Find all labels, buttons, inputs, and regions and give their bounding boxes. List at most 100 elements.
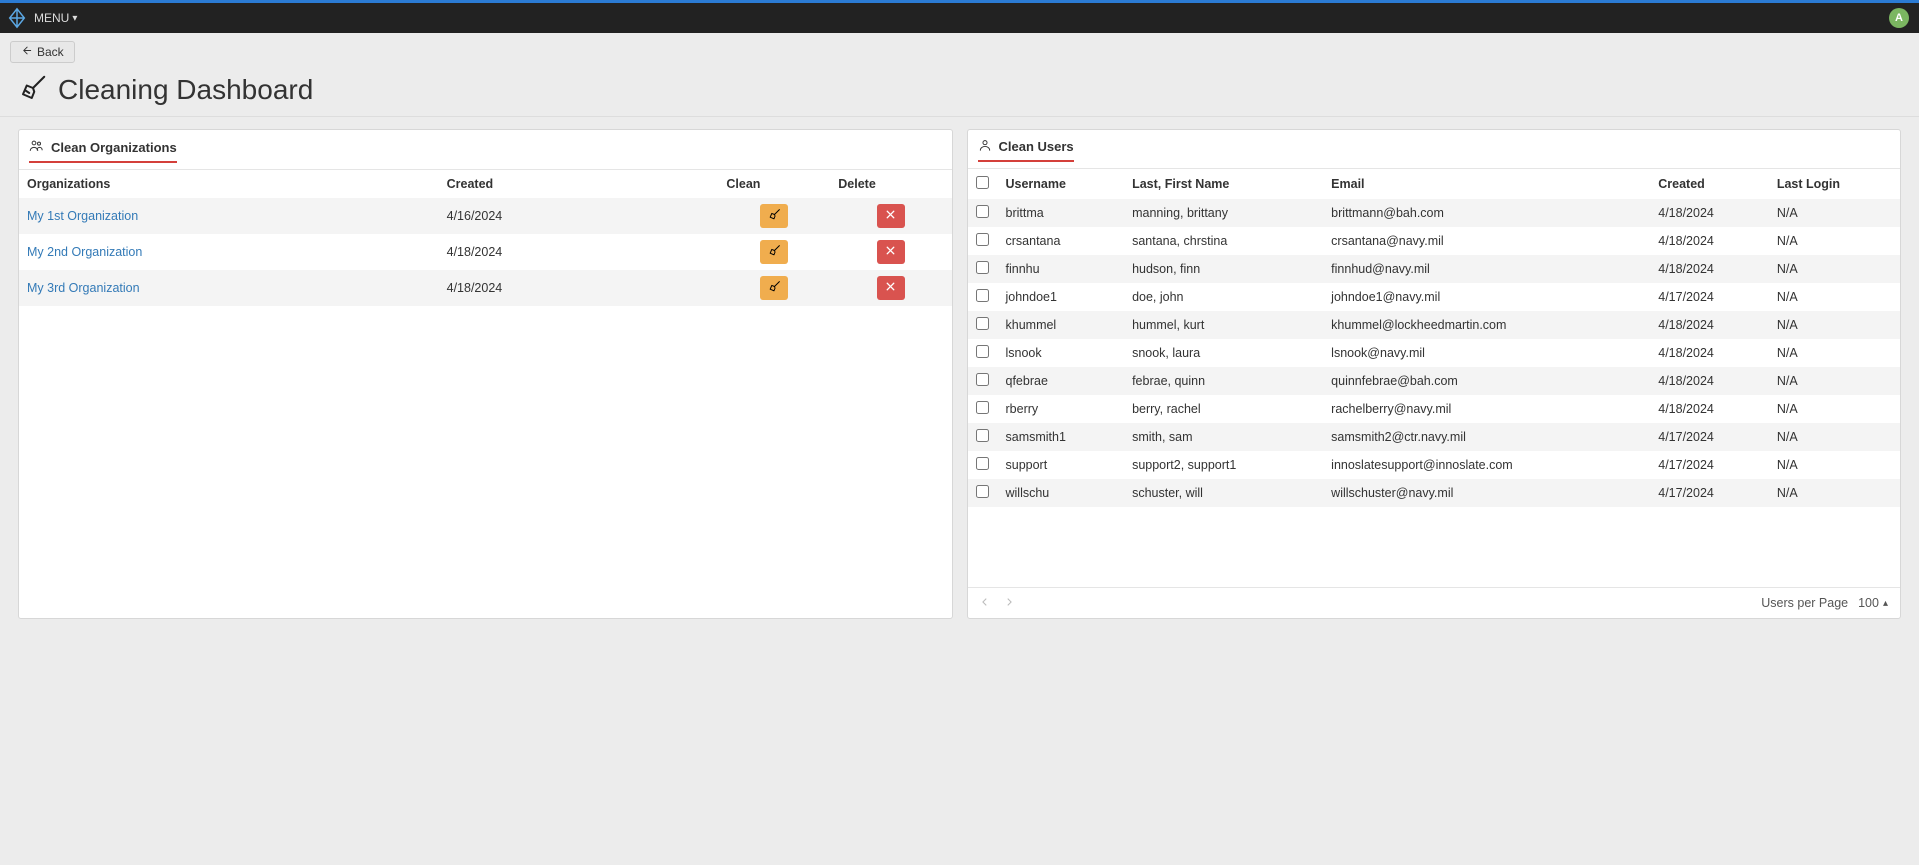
close-icon [884,280,897,296]
user-email: crsantana@navy.mil [1323,227,1650,255]
users-group-icon [29,138,44,156]
row-checkbox[interactable] [976,401,989,414]
clean-organizations-panel: Clean Organizations Organizations Create… [18,129,953,619]
subheader: Back [0,33,1919,69]
page-next-icon[interactable] [1004,596,1014,610]
close-icon [884,208,897,224]
org-created: 4/18/2024 [439,270,719,306]
user-created: 4/18/2024 [1650,367,1769,395]
organization-link[interactable]: My 2nd Organization [27,245,142,259]
user-lastfirst: manning, brittany [1124,199,1323,227]
table-row: My 3rd Organization 4/18/2024 [19,270,952,306]
organization-link[interactable]: My 3rd Organization [27,281,140,295]
row-checkbox[interactable] [976,261,989,274]
clean-button[interactable] [760,276,788,300]
clean-button[interactable] [760,240,788,264]
table-row: samsmith1smith, samsamsmith2@ctr.navy.mi… [968,423,1901,451]
user-created: 4/18/2024 [1650,311,1769,339]
user-username: samsmith1 [998,423,1125,451]
delete-button[interactable] [877,240,905,264]
close-icon [884,244,897,260]
table-row: lsnooksnook, lauralsnook@navy.mil4/18/20… [968,339,1901,367]
row-checkbox[interactable] [976,485,989,498]
user-username: support [998,451,1125,479]
table-row: finnhuhudson, finnfinnhud@navy.mil4/18/2… [968,255,1901,283]
menu-dropdown[interactable]: MENU ▾ [34,11,77,25]
col-created: Created [439,170,719,198]
user-lastfirst: santana, chrstina [1124,227,1323,255]
page-header: Cleaning Dashboard [0,69,1919,117]
broom-icon [18,73,48,106]
table-row: khummelhummel, kurtkhummel@lockheedmarti… [968,311,1901,339]
row-checkbox[interactable] [976,317,989,330]
col-select-all [968,169,998,199]
user-email: lsnook@navy.mil [1323,339,1650,367]
user-email: innoslatesupport@innoslate.com [1323,451,1650,479]
row-checkbox[interactable] [976,233,989,246]
users-panel-footer: Users per Page 100 ▴ [968,587,1901,618]
users-panel-title: Clean Users [999,139,1074,154]
caret-up-icon: ▴ [1883,598,1888,609]
user-created: 4/18/2024 [1650,255,1769,283]
user-lastlogin: N/A [1769,395,1900,423]
user-username: brittma [998,199,1125,227]
organization-link[interactable]: My 1st Organization [27,209,138,223]
organizations-table: Organizations Created Clean Delete My 1s… [19,170,952,306]
user-username: willschu [998,479,1125,507]
user-username: qfebrae [998,367,1125,395]
user-lastfirst: snook, laura [1124,339,1323,367]
table-row: crsantanasantana, chrstinacrsantana@navy… [968,227,1901,255]
user-lastfirst: support2, support1 [1124,451,1323,479]
caret-down-icon: ▾ [72,13,77,24]
user-lastlogin: N/A [1769,451,1900,479]
user-lastlogin: N/A [1769,283,1900,311]
avatar[interactable]: A [1889,8,1909,28]
arrow-left-icon [21,45,32,59]
user-email: rachelberry@navy.mil [1323,395,1650,423]
user-username: lsnook [998,339,1125,367]
per-page-dropdown[interactable]: 100 ▴ [1858,596,1888,610]
delete-button[interactable] [877,276,905,300]
page-prev-icon[interactable] [980,596,990,610]
user-lastlogin: N/A [1769,227,1900,255]
user-lastfirst: hummel, kurt [1124,311,1323,339]
user-lastfirst: doe, john [1124,283,1323,311]
user-lastlogin: N/A [1769,199,1900,227]
col-email: Email [1323,169,1650,199]
col-created: Created [1650,169,1769,199]
avatar-letter: A [1895,12,1903,24]
per-page-label: Users per Page [1761,596,1848,610]
table-row: My 1st Organization 4/16/2024 [19,198,952,234]
row-checkbox[interactable] [976,205,989,218]
org-created: 4/18/2024 [439,234,719,270]
user-lastlogin: N/A [1769,255,1900,283]
org-created: 4/16/2024 [439,198,719,234]
row-checkbox[interactable] [976,429,989,442]
user-email: brittmann@bah.com [1323,199,1650,227]
clean-button[interactable] [760,204,788,228]
broom-icon [768,280,781,296]
row-checkbox[interactable] [976,373,989,386]
user-created: 4/18/2024 [1650,199,1769,227]
user-lastlogin: N/A [1769,367,1900,395]
back-button[interactable]: Back [10,41,75,63]
col-username: Username [998,169,1125,199]
back-label: Back [37,45,64,59]
row-checkbox[interactable] [976,289,989,302]
broom-icon [768,244,781,260]
user-username: johndoe1 [998,283,1125,311]
user-created: 4/17/2024 [1650,423,1769,451]
table-row: qfebraefebrae, quinnquinnfebrae@bah.com4… [968,367,1901,395]
delete-button[interactable] [877,204,905,228]
user-lastfirst: schuster, will [1124,479,1323,507]
select-all-checkbox[interactable] [976,176,989,189]
row-checkbox[interactable] [976,345,989,358]
user-created: 4/17/2024 [1650,451,1769,479]
user-username: khummel [998,311,1125,339]
app-logo-icon[interactable] [6,7,28,29]
row-checkbox[interactable] [976,457,989,470]
user-email: khummel@lockheedmartin.com [1323,311,1650,339]
col-organizations: Organizations [19,170,439,198]
pagination-nav [980,596,1014,610]
user-email: johndoe1@navy.mil [1323,283,1650,311]
